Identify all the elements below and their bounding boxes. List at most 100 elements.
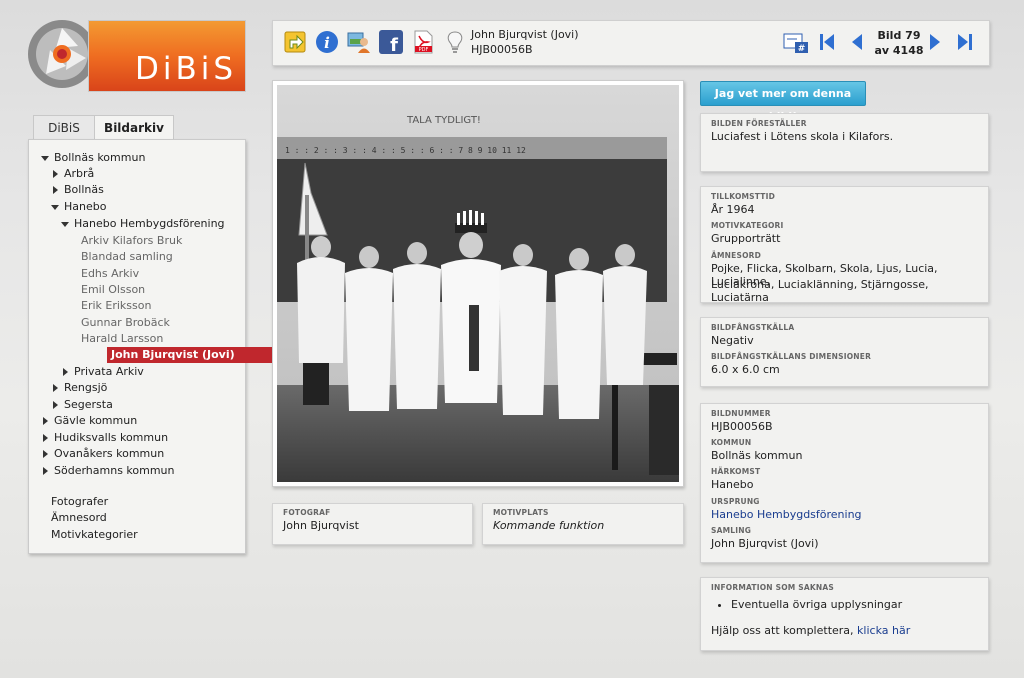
tree-item-collection[interactable]: Harald Larsson	[81, 331, 163, 347]
source-box: BILDFÅNGSTKÄLLA Negativ BILDFÅNGSTKÄLLAN…	[700, 317, 989, 387]
collapsed-arrow-icon	[43, 450, 48, 458]
pdf-icon[interactable]: PDF	[411, 30, 435, 54]
svg-text:f: f	[390, 35, 398, 54]
kalla-label: BILDFÅNGSTKÄLLA	[711, 323, 795, 332]
collapsed-arrow-icon	[63, 368, 68, 376]
click-here-link[interactable]: klicka här	[857, 624, 910, 637]
tree-item-segersta[interactable]: Segersta	[51, 397, 113, 413]
description-value: Luciafest i Lötens skola i Kilafors.	[711, 130, 894, 143]
tree-item-collection[interactable]: Emil Olsson	[81, 282, 145, 298]
samling-value: John Bjurqvist (Jovi)	[711, 537, 819, 550]
svg-text:#: #	[798, 44, 806, 54]
kalla-value: Negativ	[711, 334, 754, 347]
tree-item-collection[interactable]: Edhs Arkiv	[81, 266, 139, 282]
tillkomsttid-value: År 1964	[711, 203, 755, 216]
lightbulb-icon[interactable]	[443, 30, 467, 54]
amnesord-label: ÄMNESORD	[711, 251, 762, 260]
link-amnesord[interactable]: Ämnesord	[51, 511, 107, 524]
help-text-row: Hjälp oss att komplettera, klicka här	[711, 624, 910, 637]
tree-item-hudiksvalls-kommun[interactable]: Hudiksvalls kommun	[41, 430, 168, 446]
tree-item-collection[interactable]: Arkiv Kilafors Bruk	[81, 233, 182, 249]
motivplats-box: MOTIVPLATS Kommande funktion	[482, 503, 684, 545]
first-image-icon[interactable]	[817, 32, 837, 52]
kommun-value: Bollnäs kommun	[711, 449, 803, 462]
tab-bildarkiv[interactable]: Bildarkiv	[94, 115, 174, 141]
tree-item-soderhamns-kommun[interactable]: Söderhamns kommun	[41, 463, 175, 479]
main-photo[interactable]: TALA TYDLIGT! 1 : : 2 : : 3 : : 4 : : 5 …	[277, 85, 679, 482]
lucia-group-photo: TALA TYDLIGT! 1 : : 2 : : 3 : : 4 : : 5 …	[277, 85, 679, 482]
help-text: Hjälp oss att komplettera,	[711, 624, 854, 637]
tree-item-bollnas-kommun[interactable]: Bollnäs kommun	[41, 150, 145, 166]
description-label: BILDEN FÖRESTÄLLER	[711, 119, 807, 128]
tree-item-collection[interactable]: Blandad samling	[81, 249, 173, 265]
tree-item-gavle-kommun[interactable]: Gävle kommun	[41, 413, 137, 429]
fotograf-value: John Bjurqvist	[283, 519, 359, 532]
info-icon[interactable]: i	[315, 30, 339, 54]
harkomst-label: HÄRKOMST	[711, 467, 761, 476]
dimensions-label: BILDFÅNGSTKÄLLANS DIMENSIONER	[711, 352, 872, 361]
dating-category-box: TILLKOMSTTID År 1964 MOTIVKATEGORI Grupp…	[700, 186, 989, 304]
motivkategori-value: Grupporträtt	[711, 232, 781, 245]
kommun-label: KOMMUN	[711, 438, 752, 447]
image-toolbar: i f PDF John Bjurqvist (Jovi) HJB00056B …	[272, 20, 990, 66]
collapsed-arrow-icon	[43, 417, 48, 425]
user-photo-icon[interactable]	[347, 30, 371, 54]
archive-tree-panel: Bollnäs kommun Arbrå Bollnäs Hanebo Hane…	[28, 139, 283, 554]
link-fotografer[interactable]: Fotografer	[51, 495, 108, 508]
expanded-arrow-icon	[41, 155, 49, 161]
missing-info-box: INFORMATION SOM SAKNAS Eventuella övriga…	[700, 577, 989, 651]
dibis-logo[interactable]: DiBiS	[26, 18, 246, 92]
svg-text:i: i	[324, 34, 330, 52]
collapsed-arrow-icon	[53, 170, 58, 178]
motivkategori-label: MOTIVKATEGORI	[711, 221, 784, 230]
fotograf-label: FOTOGRAF	[283, 508, 331, 517]
ursprung-label: URSPRUNG	[711, 497, 760, 506]
blackboard-text: TALA TYDLIGT!	[406, 115, 481, 126]
know-more-button[interactable]: Jag vet mer om denna bild!	[700, 81, 866, 123]
tree-item-bollnas[interactable]: Bollnäs	[51, 182, 104, 198]
ursprung-link[interactable]: Hanebo Hembygdsförening	[711, 508, 862, 521]
amnesord-line2: Luciakrona, Luciaklänning, Stjärngosse, …	[711, 278, 929, 304]
tree-item-collection[interactable]: Erik Eriksson	[81, 298, 151, 314]
collapsed-arrow-icon	[43, 467, 48, 475]
tillkomsttid-label: TILLKOMSTTID	[711, 192, 776, 201]
image-title: John Bjurqvist (Jovi)	[471, 28, 579, 41]
goto-image-number-icon[interactable]: #	[783, 32, 809, 54]
tree-item-arbra[interactable]: Arbrå	[51, 166, 94, 182]
tree-item-ovanakers-kommun[interactable]: Ovanåkers kommun	[41, 446, 164, 462]
svg-text:1 : : 2 : : 3 : : 4 : : 5 : :: 1 : : 2 : : 3 : : 4 : : 5 : : 6 : : 7 8 …	[285, 146, 526, 155]
bildnummer-label: BILDNUMMER	[711, 409, 771, 418]
missing-info-list: Eventuella övriga upplysningar	[711, 598, 902, 611]
image-counter: Bild 79 av 4148	[874, 29, 924, 57]
tree-item-privata-arkiv[interactable]: Privata Arkiv	[61, 364, 144, 380]
facebook-icon[interactable]: f	[379, 30, 403, 54]
previous-image-icon[interactable]	[847, 32, 867, 52]
upload-arrow-icon[interactable]	[283, 30, 307, 54]
tree-item-hanebo[interactable]: Hanebo	[51, 199, 106, 215]
harkomst-value: Hanebo	[711, 478, 754, 491]
samling-label: SAMLING	[711, 526, 752, 535]
collapsed-arrow-icon	[53, 384, 58, 392]
motivplats-label: MOTIVPLATS	[493, 508, 549, 517]
missing-info-item: Eventuella övriga upplysningar	[731, 598, 902, 611]
logo-panel: DiBiS	[88, 20, 246, 92]
dimensions-value: 6.0 x 6.0 cm	[711, 363, 780, 376]
svg-text:PDF: PDF	[419, 47, 429, 53]
collapsed-arrow-icon	[43, 434, 48, 442]
photo-frame: TALA TYDLIGT! 1 : : 2 : : 3 : : 4 : : 5 …	[272, 80, 684, 487]
tree-item-collection[interactable]: Gunnar Brobäck	[81, 315, 170, 331]
collapsed-arrow-icon	[53, 186, 58, 194]
last-image-icon[interactable]	[955, 32, 975, 52]
tab-dibis[interactable]: DiBiS	[33, 115, 95, 140]
next-image-icon[interactable]	[925, 32, 945, 52]
tree-item-selected-john-bjurqvist[interactable]: John Bjurqvist (Jovi)	[107, 347, 283, 363]
description-box: BILDEN FÖRESTÄLLER Luciafest i Lötens sk…	[700, 113, 989, 172]
image-details-box: BILDNUMMER HJB00056B KOMMUN Bollnäs komm…	[700, 403, 989, 563]
tree-item-rengsjo[interactable]: Rengsjö	[51, 380, 107, 396]
tree-item-hanebo-hembygdsforening[interactable]: Hanebo Hembygdsförening	[61, 216, 225, 232]
missing-info-label: INFORMATION SOM SAKNAS	[711, 583, 834, 592]
link-motivkategorier[interactable]: Motivkategorier	[51, 528, 138, 541]
fotograf-box: FOTOGRAF John Bjurqvist	[272, 503, 473, 545]
logo-text: DiBiS	[135, 51, 238, 87]
collapsed-arrow-icon	[53, 401, 58, 409]
